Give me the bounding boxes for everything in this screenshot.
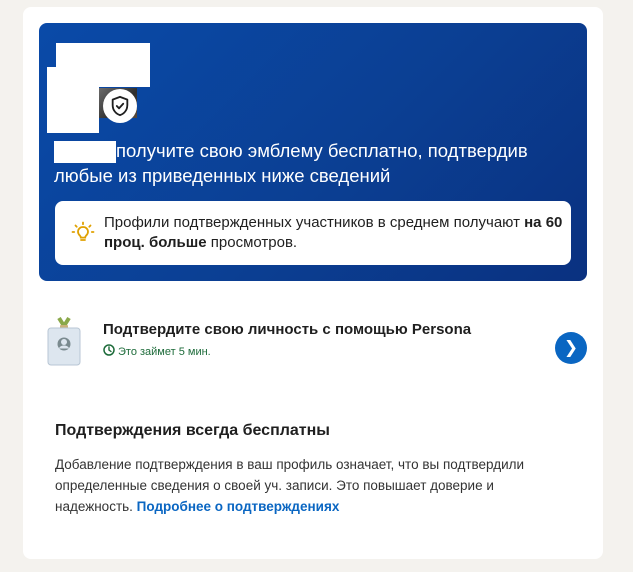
tip-box: Профили подтвержденных участников в сред…	[55, 201, 571, 265]
verification-card: получите свою эмблему бесплатно, подтвер…	[23, 7, 603, 559]
clock-icon	[103, 344, 118, 359]
info-title: Подтверждения всегда бесплатны	[55, 422, 330, 439]
hero-banner: получите свою эмблему бесплатно, подтвер…	[39, 23, 587, 281]
time-estimate: Это займет 5 мин.	[103, 344, 211, 359]
next-button[interactable]: ❯	[555, 332, 587, 364]
info-text: Добавление подтверждения в ваш профиль о…	[55, 457, 525, 514]
id-badge-icon	[47, 316, 81, 366]
chevron-right-icon: ❯	[563, 338, 579, 357]
lightbulb-icon	[70, 220, 96, 246]
learn-more-link[interactable]: Подробнее о подтверждениях	[137, 499, 340, 514]
verification-title[interactable]: Подтвердите свою личность с помощью Pers…	[103, 321, 471, 338]
tip-text: Профили подтвержденных участников в сред…	[104, 214, 563, 251]
hero-headline: получите свою эмблему бесплатно, подтвер…	[54, 140, 528, 186]
persona-verification-row[interactable]: Подтвердите свою личность с помощью Pers…	[47, 316, 587, 376]
redacted-area	[47, 67, 99, 133]
shield-check-icon	[103, 89, 137, 123]
